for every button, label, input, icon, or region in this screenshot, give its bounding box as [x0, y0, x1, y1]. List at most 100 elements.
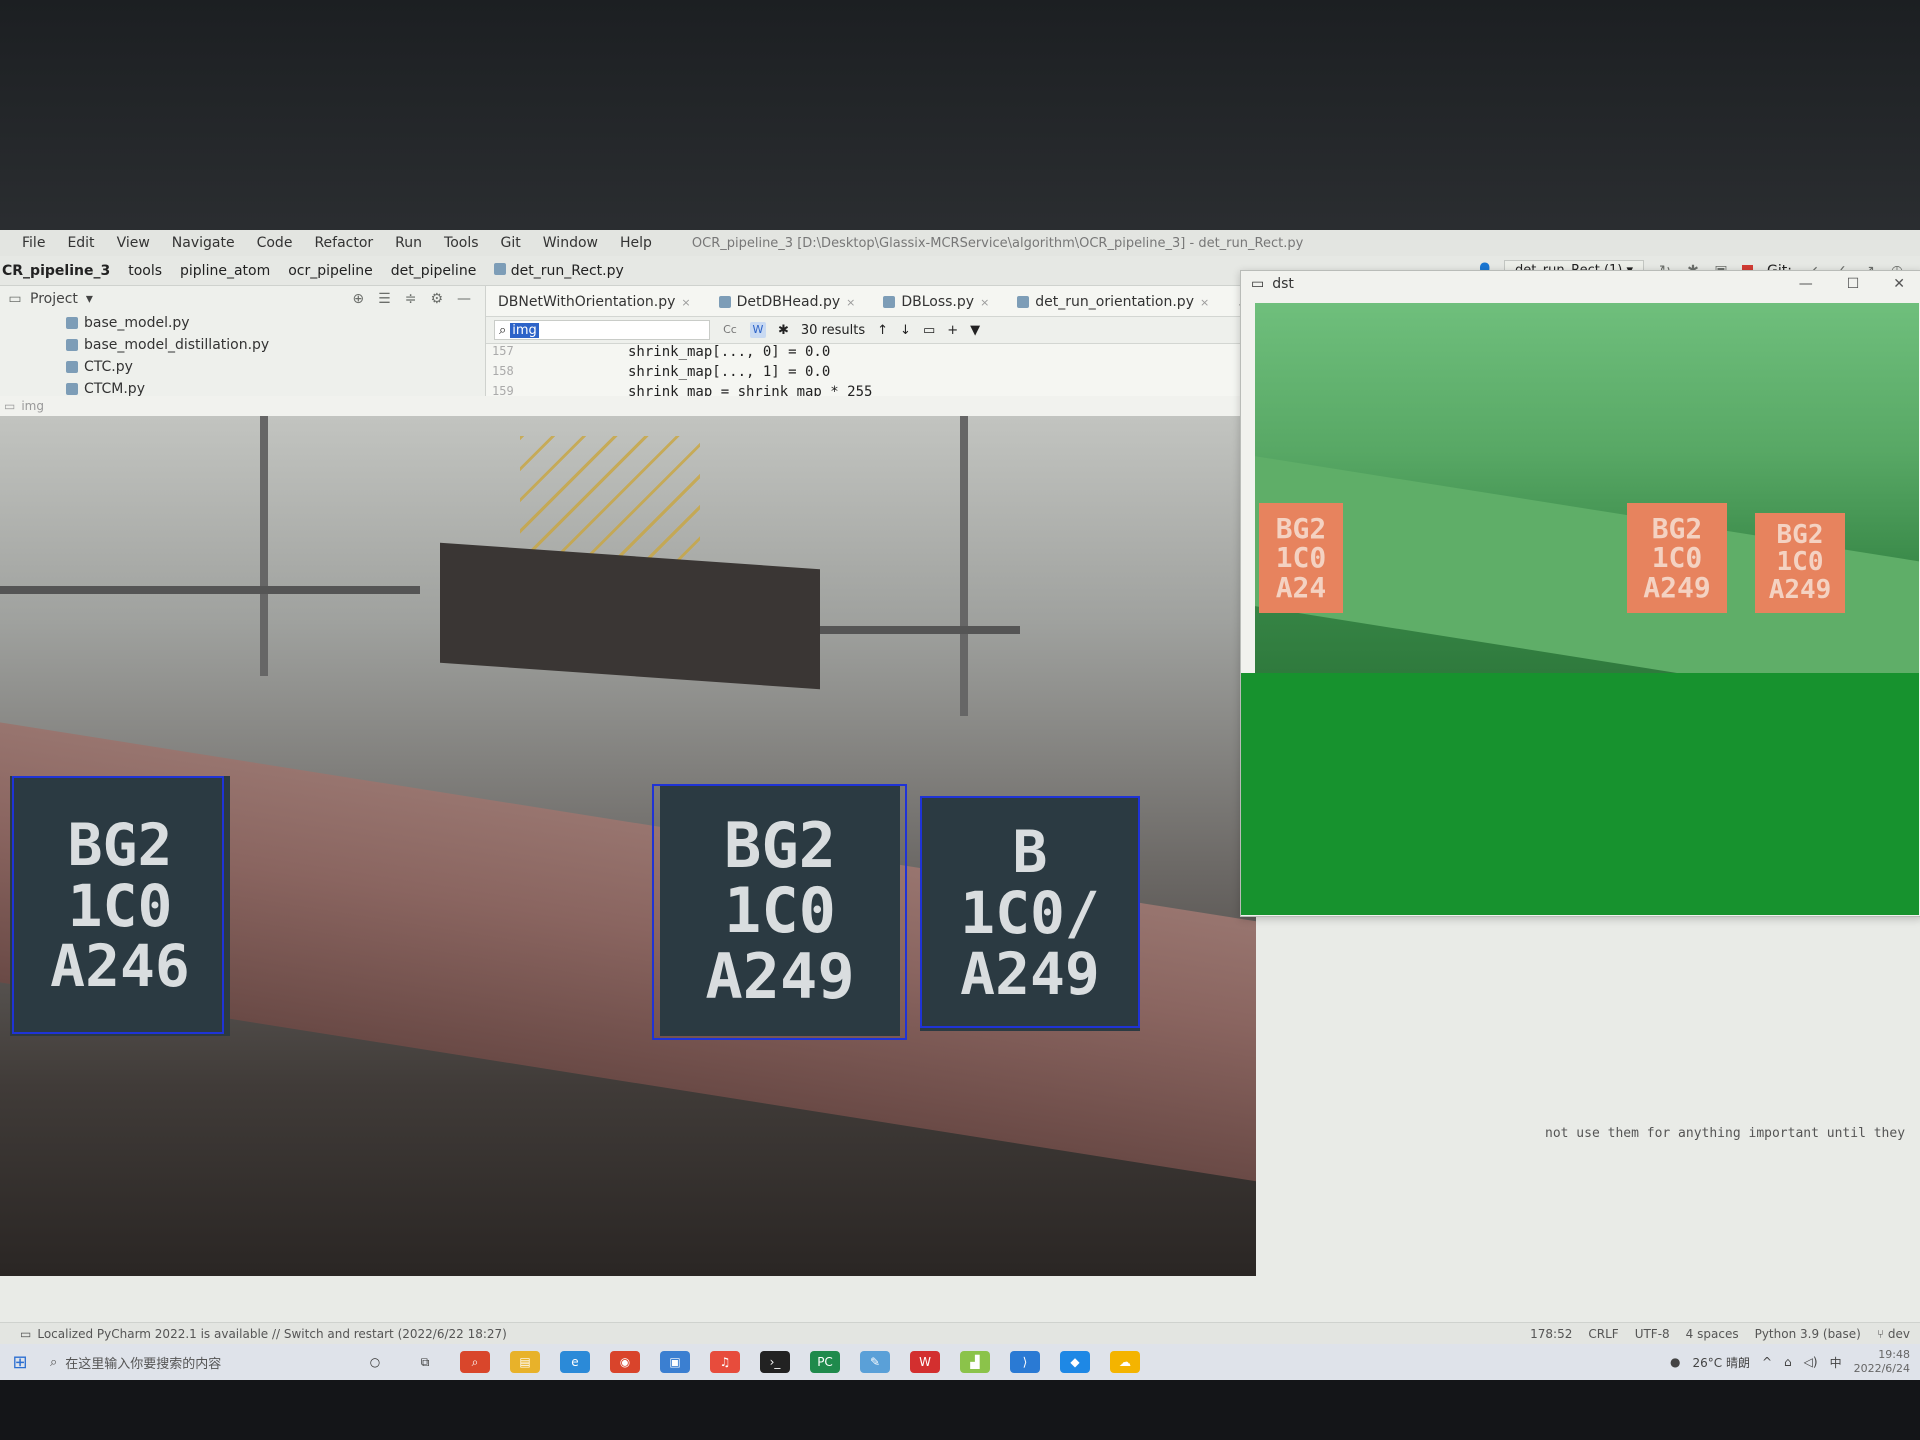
tab-det-run-orientation[interactable]: det_run_orientation.py ×: [1005, 294, 1221, 316]
menu-view[interactable]: View: [115, 235, 152, 251]
arrow-down-icon[interactable]: ↓: [900, 323, 911, 338]
close-icon[interactable]: ✕: [1893, 276, 1905, 292]
label-line: BG2: [1776, 520, 1824, 551]
close-icon[interactable]: ×: [1200, 296, 1209, 309]
python-interpreter[interactable]: Python 3.9 (base): [1755, 1327, 1861, 1341]
chevron-up-icon[interactable]: ^: [1762, 1355, 1772, 1369]
code-line[interactable]: 158 shrink_map[..., 1] = 0.0: [486, 364, 1256, 384]
window-icon: ▭: [1251, 276, 1265, 292]
menu-edit[interactable]: Edit: [65, 235, 96, 251]
close-icon[interactable]: ×: [846, 296, 855, 309]
breadcrumb-pipline-atom[interactable]: pipline_atom: [180, 263, 270, 279]
status-message[interactable]: Localized PyCharm 2022.1 is available //…: [37, 1327, 507, 1341]
label-line: A249: [1768, 574, 1832, 605]
cursor-position[interactable]: 178:52: [1530, 1327, 1572, 1341]
filter-icon[interactable]: ▼: [970, 323, 980, 338]
find-input[interactable]: ⌕ img: [494, 320, 710, 340]
notification-icon[interactable]: ▭: [20, 1327, 31, 1341]
menu-window[interactable]: Window: [541, 235, 600, 251]
close-icon[interactable]: ×: [980, 296, 989, 309]
file-item[interactable]: base_model.py: [0, 312, 485, 334]
project-label[interactable]: Project: [30, 291, 78, 307]
close-icon[interactable]: ×: [681, 296, 690, 309]
ime-indicator[interactable]: 中: [1830, 1354, 1842, 1371]
volume-icon[interactable]: ◁): [1804, 1355, 1818, 1369]
green-mask-region: [1241, 673, 1919, 915]
window-controls: — ☐ ✕: [1799, 276, 1920, 292]
terminal-icon[interactable]: ›_: [760, 1351, 790, 1373]
chevron-down-icon[interactable]: ▾: [86, 291, 93, 307]
menu-git[interactable]: Git: [499, 235, 523, 251]
arrow-up-icon[interactable]: ↑: [877, 323, 888, 338]
chrome-browser-icon[interactable]: ◉: [610, 1351, 640, 1373]
menu-tools[interactable]: Tools: [442, 235, 481, 251]
whole-word-toggle[interactable]: W: [750, 322, 766, 338]
chart-app-icon[interactable]: ▟: [960, 1351, 990, 1373]
menu-refactor[interactable]: Refactor: [312, 235, 375, 251]
menu-file[interactable]: File: [20, 235, 47, 251]
project-icon: ▭: [8, 291, 22, 307]
open-in-window-icon[interactable]: ▭: [923, 323, 935, 338]
system-tray: ● 26°C 晴朗 ^ ⌂ ◁) 中 19:48 2022/6/24: [1670, 1348, 1920, 1376]
billet-label: BG2 1C0 A249: [1627, 503, 1727, 613]
cloud-drive-icon[interactable]: ☁: [1110, 1351, 1140, 1373]
vcs-branch[interactable]: ⑂ dev: [1877, 1327, 1910, 1341]
breadcrumb-ocr-pipeline[interactable]: ocr_pipeline: [288, 263, 373, 279]
guard-rail: [0, 586, 420, 594]
file-encoding[interactable]: UTF-8: [1635, 1327, 1670, 1341]
breadcrumb-project[interactable]: CR_pipeline_3: [2, 263, 110, 279]
file-item[interactable]: CTC.py: [0, 356, 485, 378]
menu-navigate[interactable]: Navigate: [170, 235, 237, 251]
collapse-all-icon[interactable]: ≑: [405, 291, 417, 307]
indent-setting[interactable]: 4 spaces: [1686, 1327, 1739, 1341]
file-item[interactable]: base_model_distillation.py: [0, 334, 485, 356]
netease-music-icon[interactable]: ♫: [710, 1351, 740, 1373]
breadcrumb-det-pipeline[interactable]: det_pipeline: [391, 263, 477, 279]
gear-icon[interactable]: ⚙: [430, 291, 443, 307]
tab-dbnet-orientation[interactable]: DBNetWithOrientation.py ×: [486, 294, 703, 316]
label-line: 1C0: [1651, 541, 1703, 575]
cortana-icon[interactable]: ○: [360, 1351, 390, 1373]
maximize-icon[interactable]: ☐: [1847, 276, 1860, 292]
code-text: shrink_map[..., 1] = 0.0: [628, 364, 831, 380]
file-explorer-icon[interactable]: ▤: [510, 1351, 540, 1373]
clock[interactable]: 19:48 2022/6/24: [1854, 1348, 1910, 1376]
edge-browser-icon[interactable]: e: [560, 1351, 590, 1373]
file-label: CTC.py: [84, 359, 133, 375]
hide-icon[interactable]: —: [457, 291, 471, 307]
dst-overlay-image: BG2 1C0 A24 BG2 1C0 A249 BG2 1C0 A249: [1255, 303, 1919, 673]
regex-toggle[interactable]: ✱: [778, 323, 789, 338]
python-file-icon: [66, 317, 78, 329]
feishu-icon[interactable]: ◆: [1060, 1351, 1090, 1373]
minimize-icon[interactable]: —: [1799, 276, 1813, 292]
tab-detdbhead[interactable]: DetDBHead.py ×: [707, 294, 868, 316]
vscode-icon[interactable]: ⟩: [1010, 1351, 1040, 1373]
search-app-icon[interactable]: ⌕: [460, 1351, 490, 1373]
menu-help[interactable]: Help: [618, 235, 654, 251]
breadcrumb-tools[interactable]: tools: [128, 263, 162, 279]
locate-icon[interactable]: ⊕: [352, 291, 364, 307]
weather-text[interactable]: 26°C 晴朗: [1693, 1354, 1750, 1371]
add-selection-icon[interactable]: +: [947, 323, 958, 338]
menu-run[interactable]: Run: [393, 235, 424, 251]
task-view-icon[interactable]: ⧉: [410, 1351, 440, 1373]
code-line[interactable]: 157 shrink_map[..., 0] = 0.0: [486, 344, 1256, 364]
project-header: ▭ Project ▾ ⊕ ☰ ≑ ⚙ —: [0, 286, 485, 312]
billet-label: BG2 1C0 A249: [1755, 513, 1845, 613]
dst-window-titlebar[interactable]: ▭ dst — ☐ ✕: [1241, 271, 1920, 297]
match-case-toggle[interactable]: Cc: [722, 322, 738, 338]
windows-start-icon[interactable]: ⊞: [0, 1352, 40, 1373]
notes-icon[interactable]: ✎: [860, 1351, 890, 1373]
line-separator[interactable]: CRLF: [1588, 1327, 1618, 1341]
menu-code[interactable]: Code: [255, 235, 295, 251]
tab-label: DBNetWithOrientation.py: [498, 294, 676, 310]
pycharm-icon[interactable]: PC: [810, 1351, 840, 1373]
taskbar-search[interactable]: ⌕ 在这里输入你要搜索的内容: [40, 1348, 350, 1376]
expand-all-icon[interactable]: ☰: [378, 291, 391, 307]
photos-icon[interactable]: ▣: [660, 1351, 690, 1373]
img-window-titlebar[interactable]: ▭ img: [0, 396, 1256, 416]
wps-office-icon[interactable]: W: [910, 1351, 940, 1373]
breadcrumb-file[interactable]: det_run_Rect.py: [494, 262, 624, 279]
network-icon[interactable]: ⌂: [1784, 1355, 1792, 1369]
tab-dbloss[interactable]: DBLoss.py ×: [871, 294, 1001, 316]
